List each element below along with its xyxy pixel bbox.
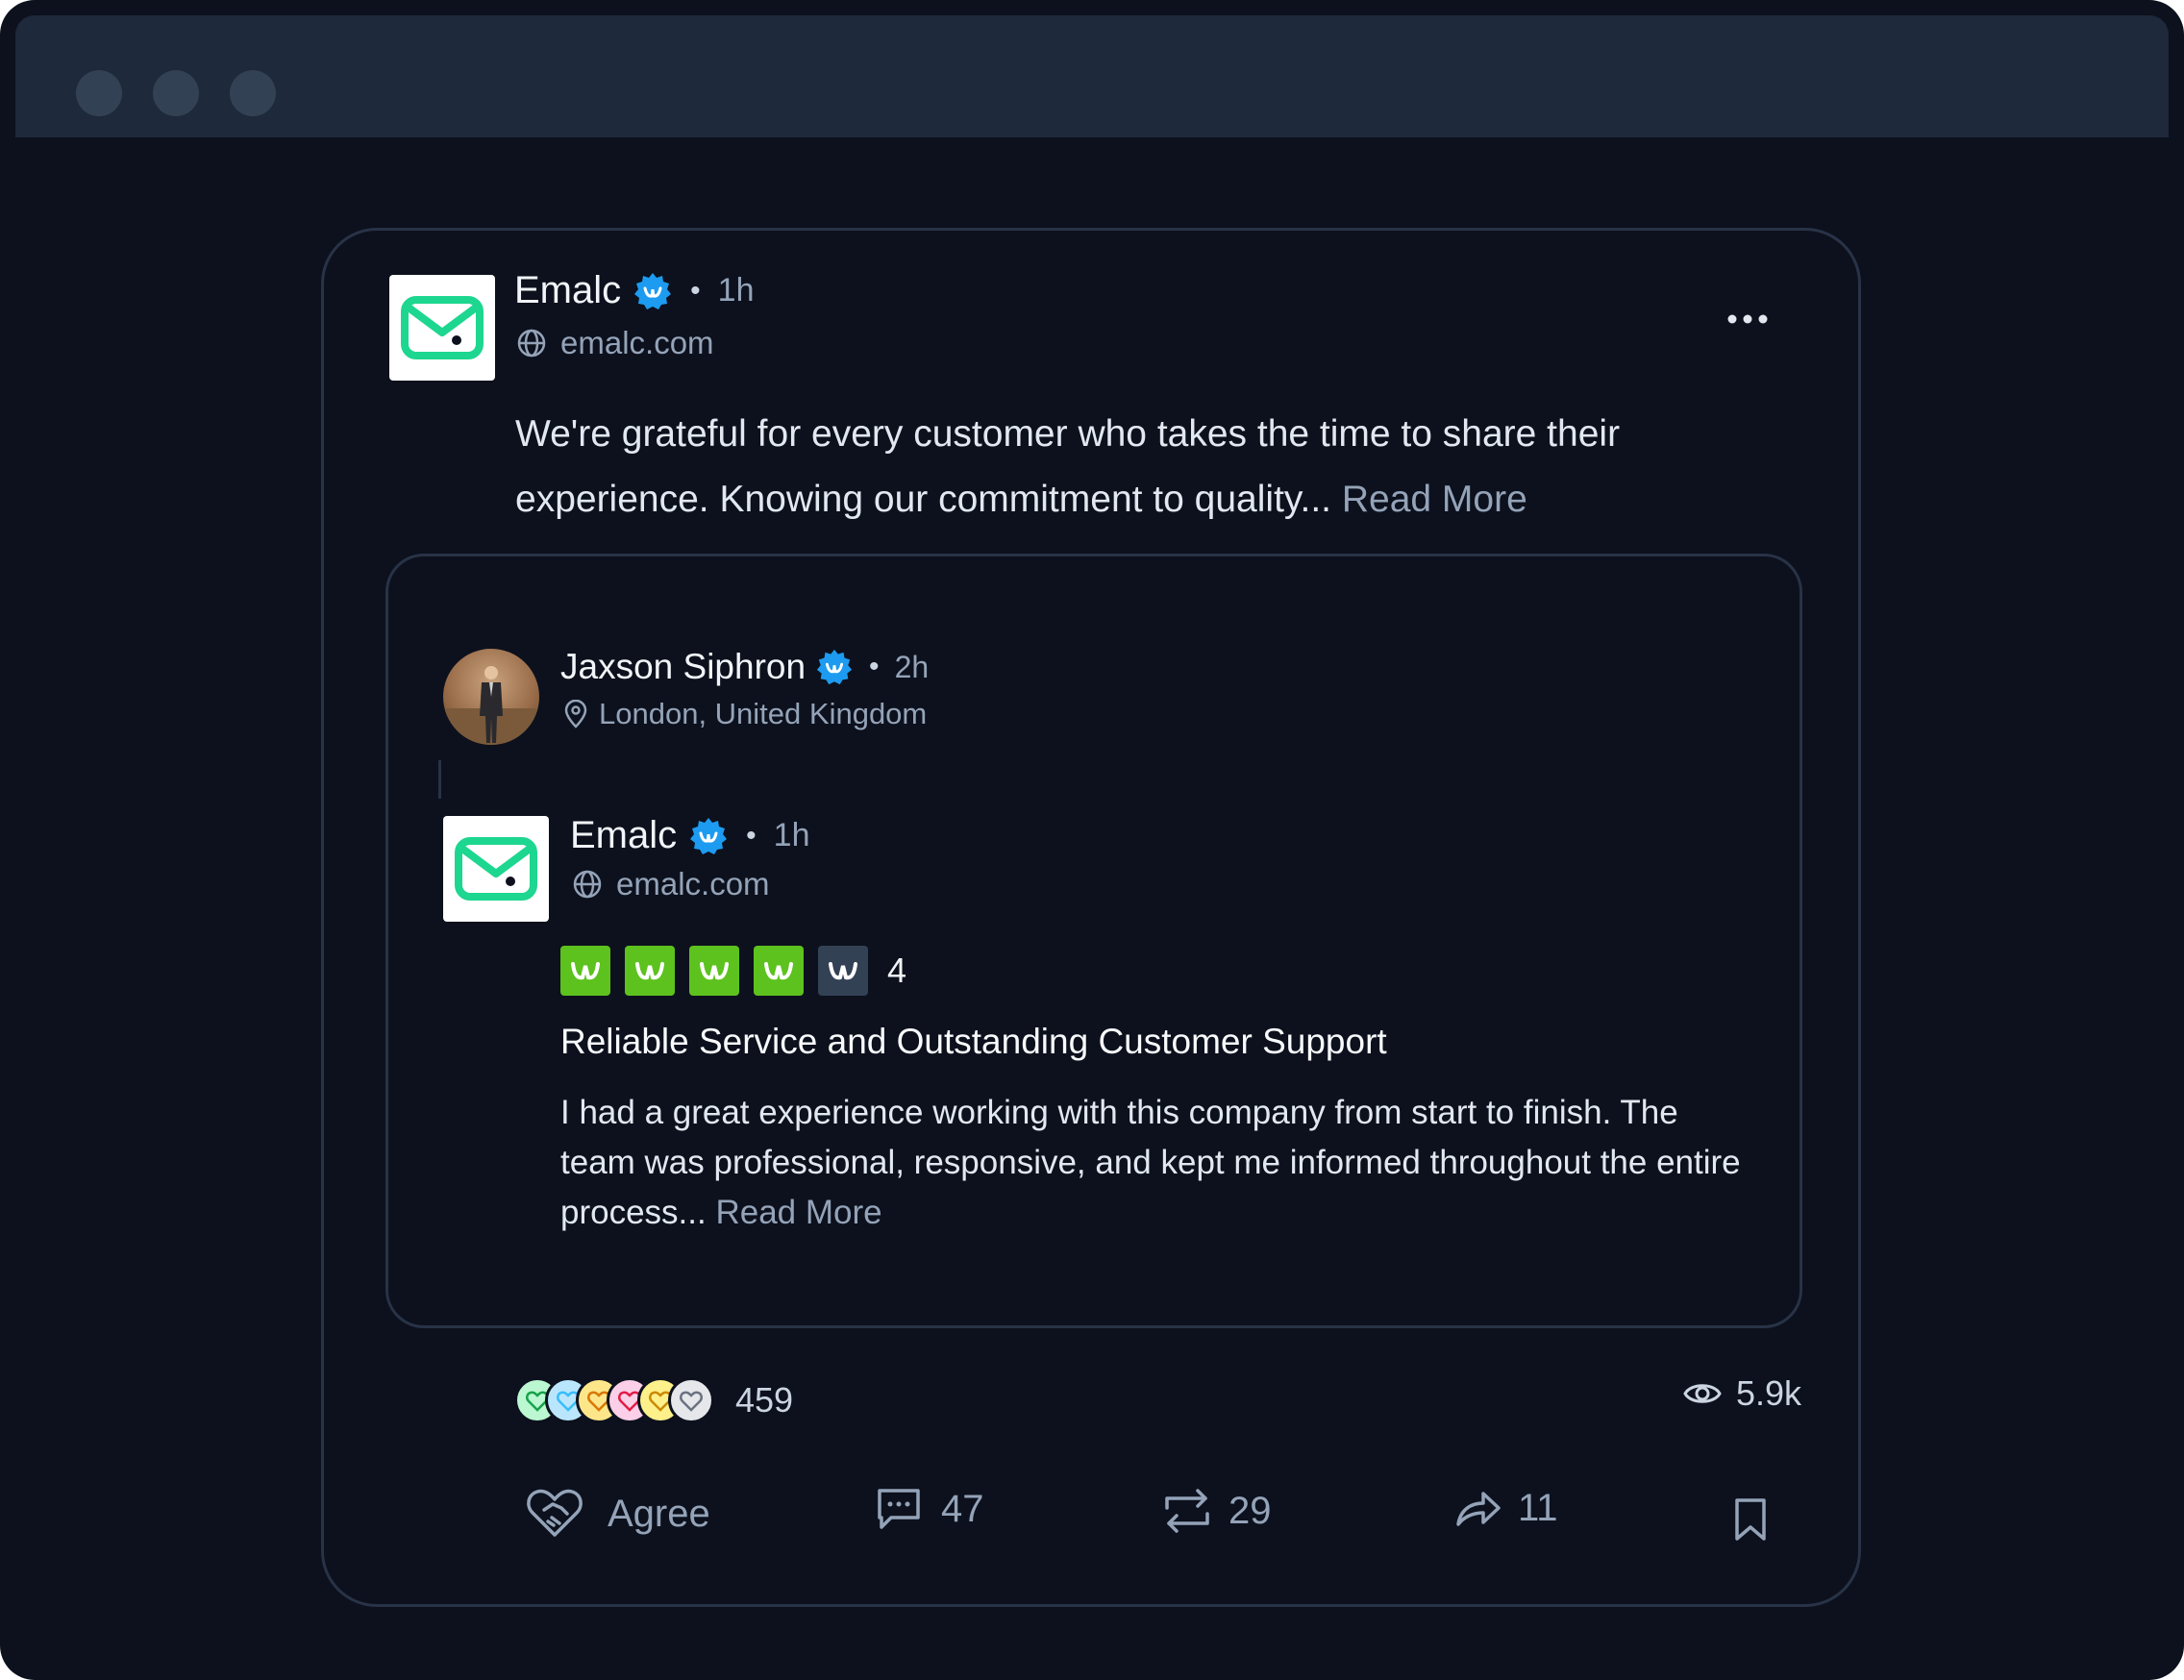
mail-logo-icon	[401, 296, 484, 359]
reviewer-location: London, United Kingdom	[599, 697, 928, 730]
app-window: Emalc • 1h emalc.com We're grateful for …	[0, 0, 2184, 1680]
post-author-row: Emalc • 1h	[514, 269, 754, 312]
share-count: 11	[1518, 1487, 1558, 1529]
post-author-name[interactable]: Emalc	[514, 269, 621, 312]
rating-star-filled	[560, 946, 610, 996]
reviewer-time: 2h	[894, 649, 930, 684]
eye-icon	[1683, 1384, 1722, 1403]
business-logo[interactable]	[443, 816, 549, 922]
thread-connector	[438, 760, 441, 799]
review-body: I had a great experience working with th…	[560, 1088, 1762, 1238]
minimize-window-button[interactable]	[153, 70, 199, 116]
comment-button[interactable]: 47	[876, 1487, 984, 1531]
rating-star-filled	[754, 946, 804, 996]
embedded-review-card[interactable]: Jaxson Siphron • 2h London, United Kingd…	[385, 554, 1802, 1328]
comment-icon	[878, 1489, 920, 1529]
separator-dot: •	[869, 651, 880, 682]
more-horizontal-icon	[1727, 314, 1768, 324]
views-counter: 5.9k	[1682, 1373, 1801, 1414]
business-row: Emalc • 1h	[570, 814, 809, 857]
bookmark-icon	[1735, 1498, 1766, 1541]
verified-badge-icon	[816, 649, 853, 685]
comment-count: 47	[941, 1487, 984, 1530]
globe-icon	[573, 870, 602, 899]
maximize-window-button[interactable]	[230, 70, 276, 116]
business-website-link[interactable]: emalc.com	[616, 866, 770, 902]
location-pin-icon	[564, 700, 587, 729]
agree-button[interactable]: Agree	[525, 1487, 710, 1541]
window-titlebar	[15, 15, 2169, 137]
reviewer-location-row: London, United Kingdom	[562, 697, 927, 731]
separator-dot: •	[690, 274, 701, 307]
post-time: 1h	[717, 272, 755, 309]
business-time: 1h	[773, 817, 810, 853]
reviewer-photo	[443, 666, 539, 745]
agree-icon	[527, 1489, 583, 1537]
business-name[interactable]: Emalc	[570, 814, 677, 857]
agree-label: Agree	[608, 1492, 710, 1535]
avatar[interactable]	[443, 649, 539, 745]
post-read-more-link[interactable]: Read More	[1342, 479, 1527, 520]
verified-badge-icon	[690, 817, 728, 854]
close-window-button[interactable]	[76, 70, 122, 116]
reviewer-name[interactable]: Jaxson Siphron	[560, 647, 806, 687]
reactions-summary[interactable]	[514, 1377, 735, 1423]
post-card: Emalc • 1h emalc.com We're grateful for …	[321, 228, 1861, 1607]
views-count: 5.9k	[1736, 1373, 1802, 1413]
repost-count: 29	[1228, 1489, 1272, 1532]
share-button[interactable]: 11	[1454, 1487, 1558, 1530]
support-reaction-icon	[668, 1377, 714, 1423]
repost-button[interactable]: 29	[1161, 1487, 1272, 1535]
separator-dot: •	[746, 819, 757, 852]
repost-icon	[1165, 1489, 1209, 1533]
more-options-button[interactable]	[1727, 308, 1775, 331]
rating-star-empty	[818, 946, 868, 996]
post-body: We're grateful for every customer who ta…	[515, 402, 1765, 532]
company-logo[interactable]	[389, 275, 495, 381]
mail-logo-icon	[455, 837, 537, 901]
verified-badge-icon	[634, 272, 672, 309]
share-arrow-icon	[1456, 1491, 1501, 1526]
rating-stars	[560, 946, 926, 996]
business-website-row: emalc.com	[572, 866, 770, 902]
rating-value: 4	[887, 951, 907, 990]
rating-star-filled	[689, 946, 739, 996]
reviewer-row: Jaxson Siphron • 2h	[560, 647, 929, 687]
review-read-more-link[interactable]: Read More	[715, 1194, 881, 1231]
review-title: Reliable Service and Outstanding Custome…	[560, 1022, 1387, 1061]
post-website-row: emalc.com	[516, 325, 714, 361]
globe-icon	[517, 329, 546, 358]
reactions-count[interactable]: 459	[735, 1377, 793, 1423]
bookmark-button[interactable]	[1733, 1497, 1768, 1546]
post-website-link[interactable]: emalc.com	[560, 325, 714, 361]
rating-star-filled	[625, 946, 675, 996]
